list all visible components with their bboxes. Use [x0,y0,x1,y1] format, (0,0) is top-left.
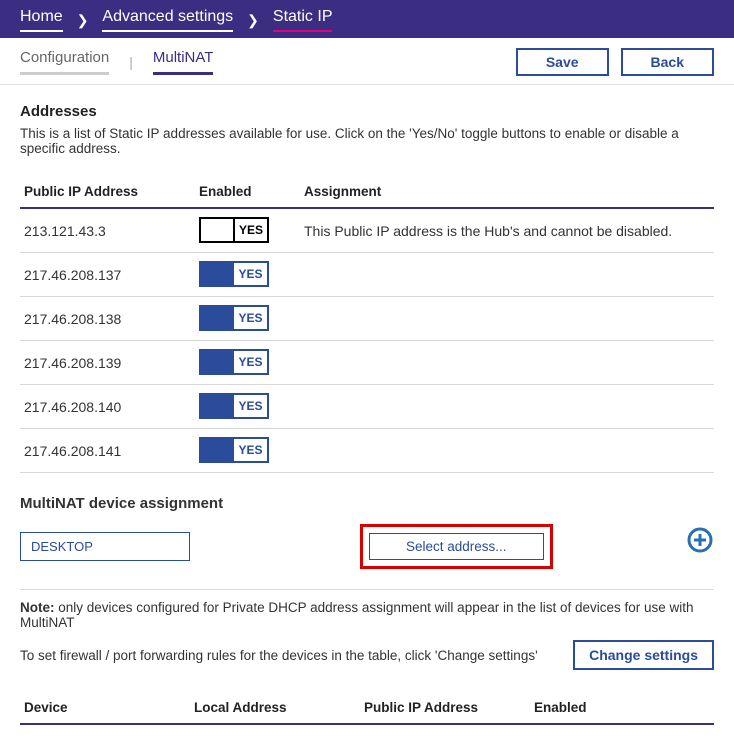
assignment-row: DESKTOP Select address... [20,524,714,569]
header-public-ip: Public IP Address [360,694,530,724]
tab-configuration[interactable]: Configuration [20,49,109,75]
chevron-right-icon: ❯ [77,12,89,29]
table-row: 217.46.208.137 YES [20,253,714,297]
assignment-cell [300,253,714,297]
select-address-button[interactable]: Select address... [369,533,544,560]
assignment-cell [300,385,714,429]
tab-separator: | [129,54,133,70]
table-row: 217.46.208.139 YES [20,341,714,385]
ip-cell: 217.46.208.139 [20,341,195,385]
settings-row: To set firewall / port forwarding rules … [20,640,714,670]
table-row: 217.46.208.141 YES [20,429,714,473]
main-content: Addresses This is a list of Static IP ad… [0,85,734,755]
tab-multinat[interactable]: MultiNAT [153,49,214,75]
multinat-assignment-title: MultiNAT device assignment [20,495,714,512]
chevron-right-icon: ❯ [247,12,259,29]
back-button[interactable]: Back [621,48,714,76]
highlight-box: Select address... [360,524,553,569]
addresses-title: Addresses [20,103,714,120]
add-icon[interactable] [686,526,714,554]
enabled-toggle[interactable]: YES [199,305,269,331]
ip-cell: 217.46.208.137 [20,253,195,297]
ip-cell: 217.46.208.138 [20,297,195,341]
enabled-toggle[interactable]: YES [199,349,269,375]
assignment-cell [300,297,714,341]
action-buttons: Save Back [516,48,714,76]
addresses-description: This is a list of Static IP addresses av… [20,126,714,156]
breadcrumb-advanced-settings[interactable]: Advanced settings [102,8,233,32]
change-settings-button[interactable]: Change settings [573,640,714,670]
breadcrumb-home[interactable]: Home [20,8,63,32]
header-public-ip: Public IP Address [20,178,195,208]
enabled-toggle[interactable]: YES [199,261,269,287]
header-local-address: Local Address [190,694,360,724]
enabled-toggle: YES [199,217,269,243]
assignment-cell [300,341,714,385]
enabled-toggle[interactable]: YES [199,393,269,419]
ip-cell: 217.46.208.141 [20,429,195,473]
note-text: Note: only devices configured for Privat… [20,600,714,630]
breadcrumb-static-ip[interactable]: Static IP [273,8,333,32]
header-assignment: Assignment [300,178,714,208]
tabs: Configuration | MultiNAT [20,49,213,75]
table-row: 217.46.208.140 YES [20,385,714,429]
device-table: Device Local Address Public IP Address E… [20,694,714,725]
table-row: 213.121.43.3 YES This Public IP address … [20,208,714,253]
ip-cell: 213.121.43.3 [20,208,195,253]
ip-address-table: Public IP Address Enabled Assignment 213… [20,178,714,473]
assignment-cell [300,429,714,473]
table-row: 217.46.208.138 YES [20,297,714,341]
header-device: Device [20,694,190,724]
divider [20,589,714,590]
device-select[interactable]: DESKTOP [20,532,190,561]
breadcrumb: Home ❯ Advanced settings ❯ Static IP [0,0,734,38]
header-enabled: Enabled [195,178,300,208]
header-enabled: Enabled [530,694,714,724]
assignment-cell: This Public IP address is the Hub's and … [300,208,714,253]
tab-row: Configuration | MultiNAT Save Back [0,38,734,85]
settings-text: To set firewall / port forwarding rules … [20,648,538,663]
enabled-toggle[interactable]: YES [199,437,269,463]
save-button[interactable]: Save [516,48,609,76]
ip-cell: 217.46.208.140 [20,385,195,429]
